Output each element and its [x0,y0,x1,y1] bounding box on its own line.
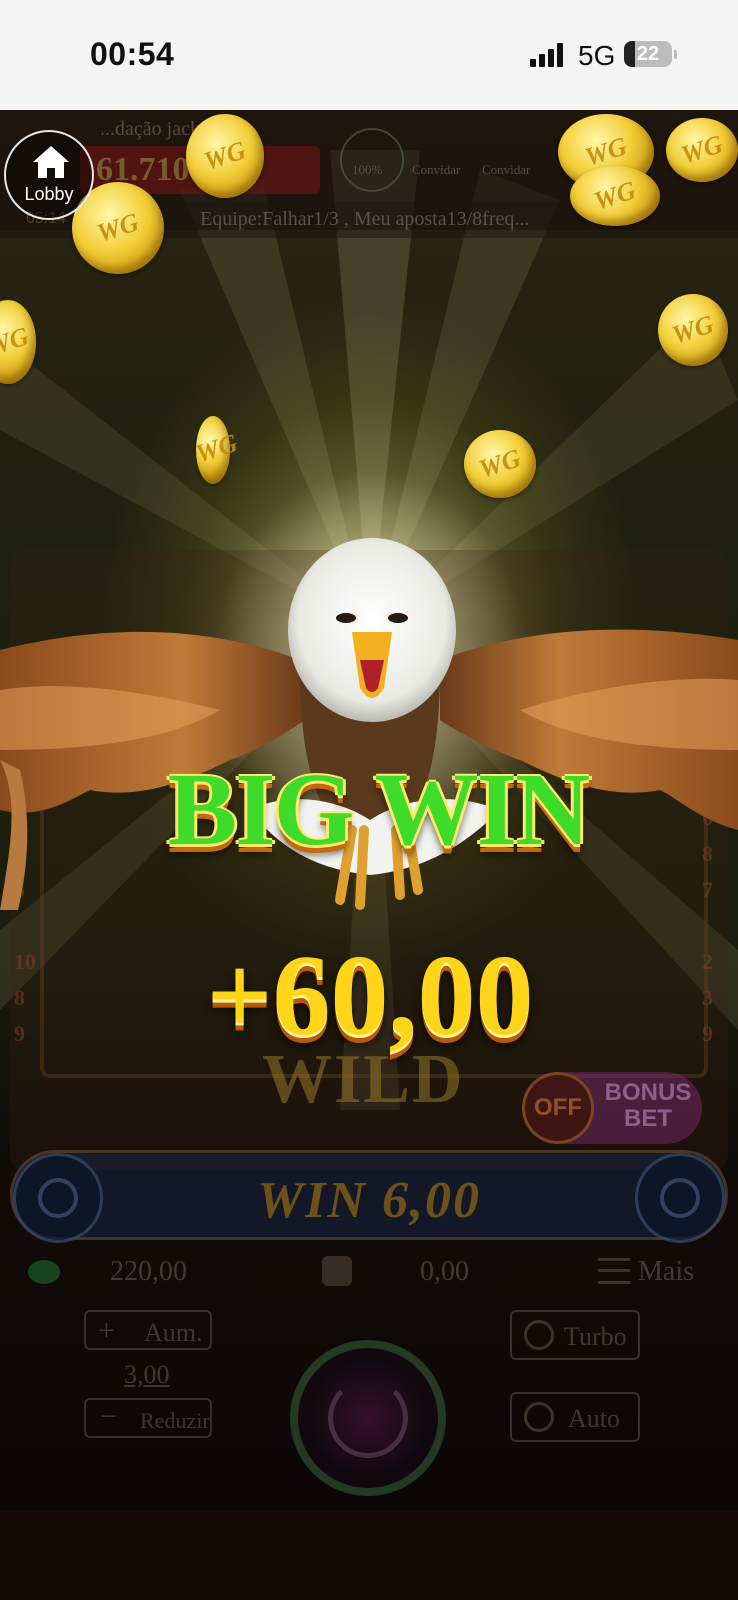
bet-value: 3,00 [124,1360,170,1389]
win-amount: +60,00 [206,932,534,1060]
coin-icon: WG [658,294,728,366]
bottom-ornament [0,1510,738,1600]
level-badge[interactable] [340,128,404,192]
play-icon [524,1402,554,1432]
invite-button-1[interactable]: Convidar [412,162,460,178]
lobby-button[interactable]: Lobby [4,130,94,220]
last-win-value: 0,00 [420,1256,469,1287]
turbo-label: Turbo [564,1322,627,1351]
home-icon [33,146,69,178]
auto-button[interactable]: Auto [510,1392,640,1442]
battery-level: 22 [636,43,660,65]
currency-flag-icon [28,1260,60,1284]
game-screen[interactable]: 1451089 687239 WILD ...dação jack... 61.… [0,110,738,1600]
lobby-label: Lobby [24,184,74,204]
status-bar: 00:54 5G 22 [0,0,738,110]
trophy-icon [322,1256,352,1286]
spin-button[interactable] [290,1340,446,1496]
battery-tip [674,50,677,59]
level-badge-text: 100% [352,162,383,177]
coin-icon: WG [464,430,536,498]
coin-icon: WG [192,416,241,484]
minus-icon: − [100,1400,117,1433]
battery-icon: 22 [624,41,672,67]
lightning-icon [524,1320,554,1350]
menu-icon[interactable] [598,1258,630,1284]
network-type: 5G [578,40,616,71]
signal-icon [530,43,566,67]
coin-icon: WG [570,166,660,226]
more-label[interactable]: Mais [638,1256,694,1288]
decrease-bet-button[interactable]: − Reduzir [84,1398,212,1438]
decrease-label: Reduzir [140,1408,210,1433]
win-bar-label: WIN 6,00 [256,1172,482,1229]
coin-icon: WG [186,114,264,198]
win-bar: WIN 6,00 [10,1150,728,1243]
auto-label: Auto [568,1404,620,1433]
increase-label: Aum. [144,1318,203,1347]
ticker-text: Equipe:Falhar1/3 , Meu aposta13/8freq... [200,208,530,230]
bonus-toggle[interactable]: OFF [522,1072,594,1144]
increase-bet-button[interactable]: + Aum. [84,1310,212,1350]
plus-icon: + [98,1314,115,1347]
invite-button-2[interactable]: Convidar [482,162,530,178]
turbo-button[interactable]: Turbo [510,1310,640,1360]
coin-icon: WG [666,118,738,182]
balance-value: 220,00 [110,1256,187,1287]
clock: 00:54 [90,36,175,72]
big-win-title: BIG WIN [167,752,590,867]
bonus-bet-label: BONUS BET [604,1079,692,1132]
bonus-bet-button[interactable]: OFF BONUS BET [522,1072,702,1144]
